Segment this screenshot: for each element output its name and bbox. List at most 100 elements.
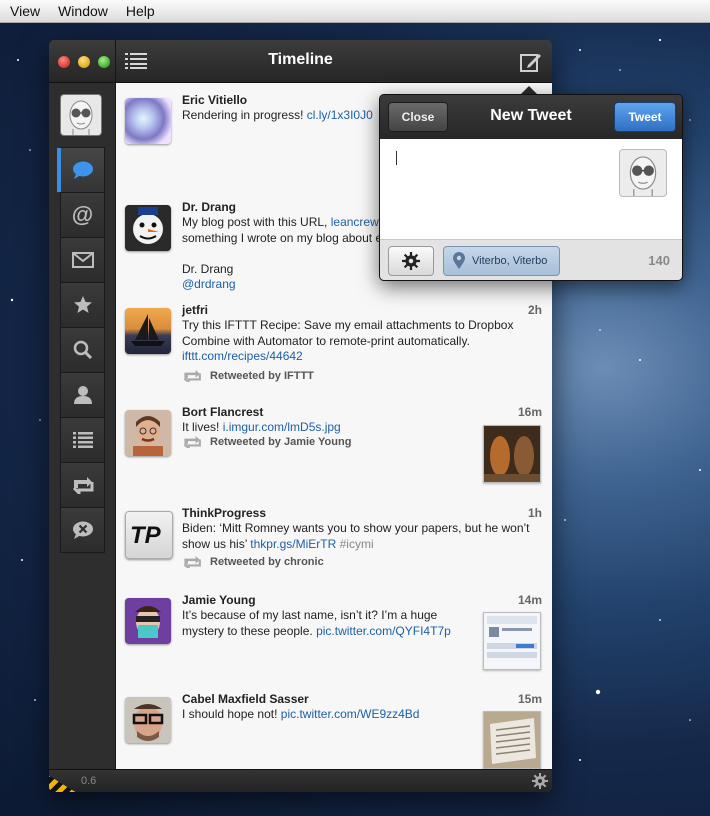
retweeted-by-label: Retweeted by chronic [210,556,324,568]
version-label: 0.6 [81,775,97,787]
menu-view[interactable]: View [0,3,49,19]
gear-icon[interactable] [532,773,548,789]
location-pin-icon [453,252,465,269]
tweet-row[interactable]: TP ThinkProgress 1h Biden: ‘Mitt Romney … [116,496,552,584]
tweet-avatar[interactable]: TP [125,511,173,559]
title-bar: Timeline [49,40,552,83]
tweet-avatar[interactable] [125,697,171,743]
popover-header: Close New Tweet Tweet [380,95,682,139]
nav-timeline[interactable] [57,147,105,193]
tweet-author[interactable]: Bort Flancrest [182,405,263,419]
speech-bubble-icon [72,161,93,179]
retweet-info: Retweeted by IFTTT [182,370,314,382]
retweeted-by-label: Retweeted by IFTTT [210,370,314,382]
retweeted-by-label: Retweeted by Jamie Young [210,436,352,448]
tweet-author[interactable]: jetfri [182,303,208,317]
active-indicator [57,148,61,192]
tweet-avatar[interactable] [125,205,171,251]
status-bar: 0.6 [49,769,552,792]
tweet-hashtag[interactable]: #icymi [340,537,374,551]
list-icon [72,432,93,448]
retweet-icon [183,556,201,568]
tweet-body: It lives! [182,420,220,434]
account-avatar[interactable] [60,94,102,136]
nav-lists[interactable] [60,417,105,463]
text-caret [396,151,397,165]
compose-icon[interactable] [520,52,542,72]
statue-photo-icon [484,426,540,482]
tweet-author[interactable]: Eric Vitiello [182,93,247,107]
tweet-body: I should hope not! [182,707,278,721]
person-photo-icon [125,697,171,743]
avatar-sketch-icon [69,100,93,135]
tweet-author[interactable]: Cabel Maxfield Sasser [182,692,309,706]
snowman-avatar-icon [133,207,163,244]
compose-avatar [619,149,667,197]
tweet-row[interactable]: Jamie Young 14m It’s because of my last … [116,583,552,683]
tweet-compose-field[interactable] [380,139,682,239]
retweet-icon [183,370,201,382]
tweet-link[interactable]: pic.twitter.com/QYFI4T7p [316,624,451,638]
envelope-icon [71,252,94,268]
retweet-icon [183,436,201,448]
tweet-link[interactable]: pic.twitter.com/WE9zz4Bd [281,707,420,721]
newspaper-photo-icon [484,712,540,768]
sidebar: @ [49,83,116,769]
retweet-info: Retweeted by Jamie Young [182,436,351,448]
tweet-author[interactable]: Dr. Drang [182,200,236,214]
character-count: 140 [648,253,670,268]
nav-muted[interactable] [60,507,105,553]
nav-retweets[interactable] [60,462,105,508]
tweet-handle-link[interactable]: @drdrang [182,277,236,291]
nav-profile[interactable] [60,372,105,418]
tweet-avatar[interactable] [125,598,171,644]
mute-icon [72,521,93,539]
person-photo-icon [125,410,171,456]
nav-mentions[interactable]: @ [60,192,105,238]
tweet-avatar[interactable] [125,308,171,354]
nav-messages[interactable] [60,237,105,283]
svg-text:TP: TP [130,522,162,549]
location-button[interactable]: Viterbo, Viterbo [443,246,560,276]
tweet-text: It’s because of my last name, isn’t it? … [182,608,472,639]
search-icon [73,340,92,360]
tweet-timestamp: 14m [517,593,542,607]
tweet-signature: Dr. Drang [182,261,234,276]
tweet-body: Rendering in progress! [182,108,304,122]
tweet-row[interactable]: Bort Flancrest 16m It lives! i.imgur.com… [116,395,552,497]
tweet-row[interactable]: Cabel Maxfield Sasser 15m I should hope … [116,682,552,769]
retweet-icon [72,477,93,494]
star-icon [73,296,92,313]
sailboat-icon [131,314,165,346]
tweet-row[interactable]: jetfri 2h Try this IFTTT Recipe: Save my… [116,293,552,396]
nav-favorites[interactable] [60,282,105,328]
tweet-text: Try this IFTTT Recipe: Save my email att… [182,318,537,365]
location-label: Viterbo, Viterbo [472,255,548,267]
tweet-link[interactable]: thkpr.gs/MiErTR [250,537,336,551]
tweet-media-thumbnail[interactable] [483,612,541,670]
person-photo-icon [125,598,171,644]
tweet-text: Biden: ‘Mitt Romney wants you to show yo… [182,521,537,552]
avatar-sketch-icon [629,156,657,196]
tweet-avatar[interactable] [125,410,171,456]
tweet-body-continued: something I wrote on my blog about e [182,230,383,245]
tweet-author[interactable]: Jamie Young [182,593,256,607]
popover-footer: Viterbo, Viterbo 140 [380,239,682,280]
nav-search[interactable] [60,327,105,373]
tweet-author[interactable]: ThinkProgress [182,506,266,520]
tweet-link[interactable]: cl.ly/1x3I0J0 [307,108,373,122]
tweet-link[interactable]: leancrew [331,215,379,229]
menu-help[interactable]: Help [117,3,164,19]
tweet-link[interactable]: i.imgur.com/lmD5s.jpg [223,420,341,434]
compose-settings-button[interactable] [388,246,434,276]
menu-window[interactable]: Window [49,3,117,19]
tweet-avatar[interactable] [125,98,171,144]
retweet-info: Retweeted by chronic [182,556,324,568]
tweet-media-thumbnail[interactable] [483,711,541,769]
tweet-timestamp: 1h [527,506,542,520]
tweet-button[interactable]: Tweet [614,102,676,132]
tp-logo-icon: TP [130,522,162,549]
resize-grip[interactable] [49,775,77,792]
tweet-media-thumbnail[interactable] [483,425,541,483]
tweet-link[interactable]: ifttt.com/recipes/44642 [182,349,303,363]
